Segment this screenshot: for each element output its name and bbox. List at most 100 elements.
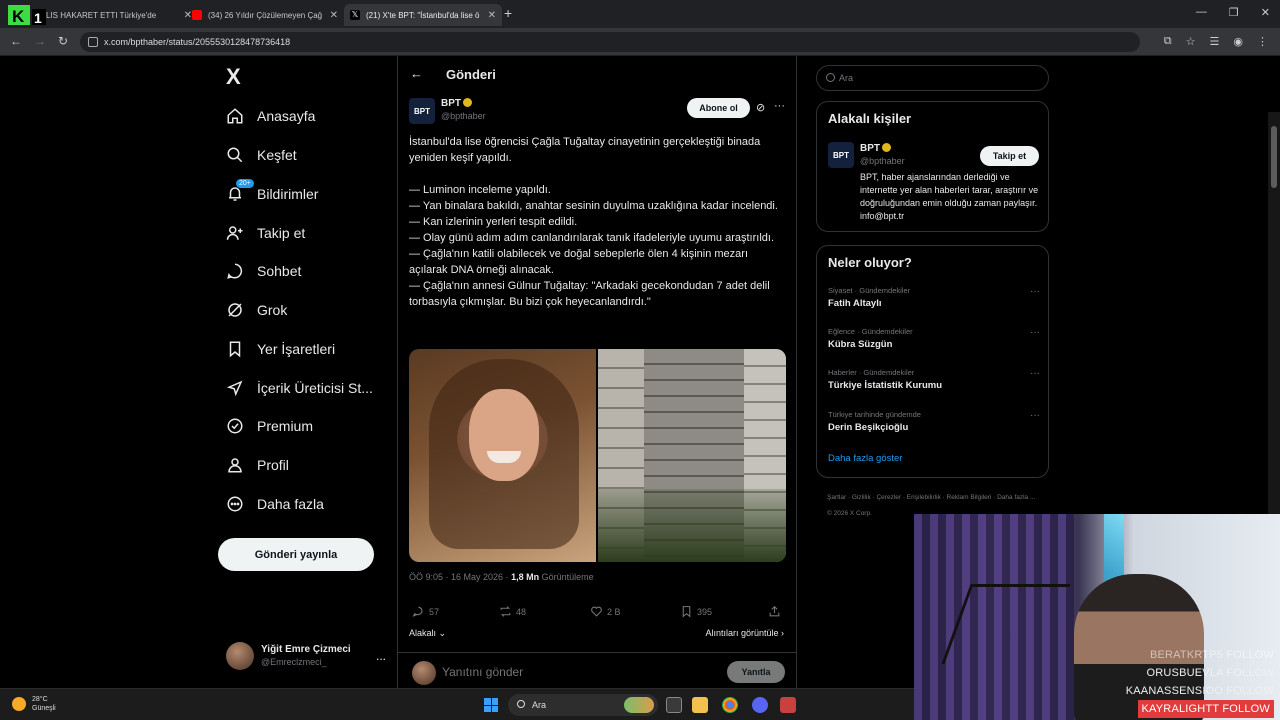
sidebar-item-creator-studio[interactable]: İçerik Üreticisi St... bbox=[226, 373, 373, 403]
post-text-line: — Olay günü adım adım canlandırılarak ta… bbox=[409, 232, 775, 244]
sort-label: Alakalı bbox=[409, 628, 437, 638]
tab-title: LIS HAKARET ETTI Türkiye'de bbox=[46, 10, 157, 20]
follower-alert: KAANASSENSIOO FOLLOW bbox=[1125, 685, 1274, 697]
file-explorer-icon[interactable] bbox=[692, 697, 708, 713]
search-input[interactable]: Ara bbox=[816, 65, 1049, 91]
window-controls: — ❐ ✕ bbox=[1196, 6, 1270, 19]
close-window-icon[interactable]: ✕ bbox=[1261, 6, 1270, 19]
install-icon[interactable]: ⧉ bbox=[1164, 35, 1172, 48]
windows-start-icon[interactable] bbox=[484, 698, 498, 712]
browser-tab-1[interactable]: LIS HAKARET ETTI Türkiye'de ✕ bbox=[40, 4, 198, 26]
post-text-line: — Çağla'nın katili olabilecek ve doğal s… bbox=[409, 248, 749, 276]
sidebar-item-label: Profil bbox=[257, 457, 289, 473]
site-info-icon[interactable] bbox=[88, 37, 98, 47]
sidebar-item-label: Sohbet bbox=[257, 263, 302, 279]
trend-item[interactable]: Eğlence · Gündemdekiler Kübra Süzgün ··· bbox=[828, 327, 1040, 350]
sidebar-item-home[interactable]: Anasayfa bbox=[226, 101, 315, 131]
post-meta: ÖÖ 9:05 · 16 May 2026 · 1,8 Mn Görüntüle… bbox=[409, 572, 594, 582]
browser-tab-2[interactable]: (34) 26 Yıldır Çözülemeyen Çağ ✕ bbox=[186, 4, 344, 26]
discord-icon[interactable] bbox=[752, 697, 768, 713]
reply-action[interactable]: 57 bbox=[412, 605, 439, 618]
maximize-icon[interactable]: ❐ bbox=[1229, 6, 1239, 19]
subscribe-button[interactable]: Abone ol bbox=[687, 98, 750, 118]
trend-item[interactable]: Türkiye tarihinde gündemde Derin Beşikçi… bbox=[828, 410, 1040, 433]
star-icon[interactable]: ☆ bbox=[1186, 35, 1196, 48]
profile-icon[interactable]: ◉ bbox=[1233, 35, 1243, 48]
close-icon[interactable]: ✕ bbox=[330, 10, 338, 21]
close-icon[interactable]: ✕ bbox=[488, 10, 496, 21]
post-text-line: — Çağla'nın annesi Gülnur Tuğaltay: "Ark… bbox=[409, 280, 770, 308]
trend-name: Fatih Altaylı bbox=[828, 298, 882, 309]
trends-card: Neler oluyor? Siyaset · Gündemdekiler Fa… bbox=[816, 245, 1049, 478]
taskbar-search[interactable]: Ara bbox=[508, 694, 658, 716]
share-action[interactable] bbox=[768, 605, 781, 618]
more-icon[interactable]: ··· bbox=[1030, 368, 1040, 379]
post-timestamp: ÖÖ 9:05 · 16 May 2026 · bbox=[409, 572, 512, 582]
portrait-photo[interactable] bbox=[409, 349, 596, 562]
task-view-icon[interactable] bbox=[666, 697, 682, 713]
account-switcher[interactable]: Yiğit Emre Çizmeci @Emreclzmeci_ ... bbox=[226, 641, 396, 671]
reply-composer: Yanıtla bbox=[398, 652, 796, 688]
building-photo[interactable] bbox=[598, 349, 786, 562]
back-icon[interactable]: ← bbox=[10, 34, 22, 48]
repost-action[interactable]: 48 bbox=[499, 605, 526, 618]
show-more-link[interactable]: Daha fazla göster bbox=[828, 453, 902, 464]
view-quotes-link[interactable]: Alıntıları görüntüle › bbox=[705, 628, 784, 638]
grok-explain-icon[interactable]: ⊘ bbox=[756, 101, 765, 114]
sidebar-item-label: Grok bbox=[257, 302, 288, 318]
related-people-card: Alakalı kişiler BPT BPT @bpthaber Takip … bbox=[816, 101, 1049, 232]
app-icon[interactable] bbox=[780, 697, 796, 713]
author-name[interactable]: BPT bbox=[441, 98, 472, 109]
url-text: x.com/bpthaber/status/205553012847873641… bbox=[104, 37, 291, 47]
sidebar-item-notifications[interactable]: 20+ Bildirimler bbox=[226, 179, 318, 209]
chrome-icon[interactable] bbox=[722, 697, 738, 713]
sort-replies-dropdown[interactable]: Alakalı ⌄ bbox=[409, 628, 446, 639]
trend-item[interactable]: Siyaset · Gündemdekiler Fatih Altaylı ··… bbox=[828, 286, 1040, 309]
sidebar-item-chat[interactable]: Sohbet bbox=[226, 256, 301, 286]
post-media[interactable] bbox=[409, 349, 786, 562]
sidebar-item-more[interactable]: Daha fazla bbox=[226, 489, 324, 519]
menu-icon[interactable]: ⋮ bbox=[1257, 35, 1268, 48]
forward-icon[interactable]: → bbox=[34, 34, 46, 48]
post-text: İstanbul'da lise öğrencisi Çağla Tuğalta… bbox=[409, 134, 789, 310]
x-logo-icon[interactable]: X bbox=[226, 64, 241, 90]
quotes-label: Alıntıları görüntüle bbox=[705, 628, 779, 638]
sidebar-item-follow[interactable]: Takip et bbox=[226, 218, 305, 248]
bookmark-action[interactable]: 395 bbox=[680, 605, 712, 618]
weather-widget[interactable]: 28°C Güneşli bbox=[12, 695, 56, 713]
tab-title: (21) X'te BPT: "İstanbul'da lise ö bbox=[366, 10, 480, 20]
reading-list-icon[interactable]: ☰ bbox=[1210, 35, 1220, 48]
reply-button[interactable]: Yanıtla bbox=[727, 661, 785, 683]
more-icon[interactable]: ··· bbox=[1030, 327, 1040, 338]
reply-input[interactable] bbox=[442, 665, 662, 679]
sidebar-item-label: Anasayfa bbox=[257, 108, 316, 124]
sidebar-item-label: Takip et bbox=[257, 225, 306, 241]
browser-action-icons: ⧉ ☆ ☰ ◉ ⋮ bbox=[1164, 35, 1268, 48]
more-icon[interactable]: ... bbox=[376, 649, 386, 663]
follow-button[interactable]: Takip et bbox=[980, 146, 1039, 166]
trend-item[interactable]: Haberler · Gündemdekiler Türkiye İstatis… bbox=[828, 368, 1040, 391]
address-bar[interactable]: x.com/bpthaber/status/205553012847873641… bbox=[80, 32, 1140, 52]
sidebar-item-explore[interactable]: Keşfet bbox=[226, 140, 297, 170]
sidebar-item-premium[interactable]: Premium bbox=[226, 411, 313, 441]
author-handle[interactable]: @bpthaber bbox=[441, 111, 486, 121]
chevron-right-icon: › bbox=[781, 628, 784, 638]
sidebar-item-bookmarks[interactable]: Yer İşaretleri bbox=[226, 334, 335, 364]
like-action[interactable]: 2 B bbox=[590, 605, 621, 618]
browser-tab-3[interactable]: 𝕏 (21) X'te BPT: "İstanbul'da lise ö ✕ bbox=[344, 4, 502, 26]
more-icon[interactable]: ··· bbox=[1030, 410, 1040, 421]
scrollbar-thumb[interactable] bbox=[1271, 126, 1277, 188]
more-icon[interactable]: ··· bbox=[1030, 286, 1040, 297]
reload-icon[interactable]: ↻ bbox=[58, 34, 68, 48]
related-person-avatar[interactable]: BPT bbox=[828, 142, 854, 168]
back-arrow-icon[interactable]: ← bbox=[410, 66, 423, 81]
author-avatar[interactable]: BPT bbox=[409, 98, 435, 124]
sidebar-item-grok[interactable]: Grok bbox=[226, 295, 287, 325]
related-person-handle[interactable]: @bpthaber bbox=[860, 156, 905, 166]
new-tab-icon[interactable]: + bbox=[504, 5, 512, 21]
more-options-icon[interactable]: ··· bbox=[774, 100, 785, 112]
minimize-icon[interactable]: — bbox=[1196, 6, 1207, 19]
related-person-name[interactable]: BPT bbox=[860, 143, 891, 154]
post-button[interactable]: Gönderi yayınla bbox=[218, 538, 374, 571]
sidebar-item-profile[interactable]: Profil bbox=[226, 450, 289, 480]
